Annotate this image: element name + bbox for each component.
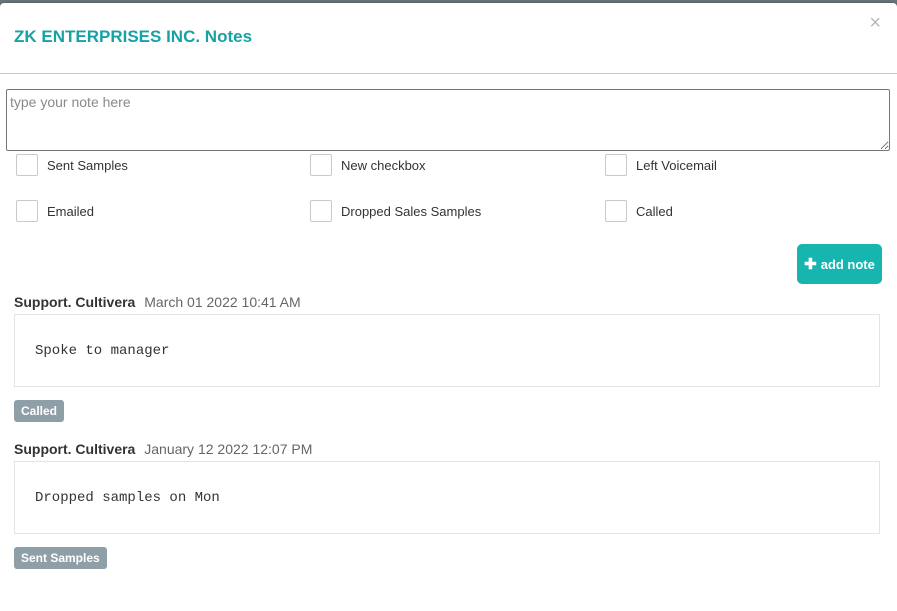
note-date: January 12 2022 12:07 PM [144,441,313,457]
add-note-button[interactable]: ✚ add note [797,244,882,284]
checkbox-dropped-sales-samples[interactable]: Dropped Sales Samples [310,200,481,222]
modal-title: ZK ENTERPRISES INC. Notes [14,27,253,46]
checkbox-label: Called [636,203,673,219]
checkbox-left-voicemail[interactable]: Left Voicemail [605,154,717,176]
note-tag-badge: Sent Samples [14,547,107,569]
checkbox-box[interactable] [310,154,332,176]
note-header: Support. Cultivera March 01 2022 10:41 A… [14,294,301,310]
note-input[interactable] [6,89,890,151]
modal-header: ZK ENTERPRISES INC. Notes × [0,3,897,74]
checkbox-emailed[interactable]: Emailed [16,200,94,222]
checkbox-box[interactable] [605,154,627,176]
checkbox-called[interactable]: Called [605,200,673,222]
note-author: Support. Cultivera [14,441,136,457]
checkbox-new-checkbox[interactable]: New checkbox [310,154,426,176]
notes-modal: ZK ENTERPRISES INC. Notes × Sent Samples… [0,3,897,611]
plus-icon: ✚ [804,256,817,273]
checkbox-box[interactable] [16,200,38,222]
note-author: Support. Cultivera [14,294,136,310]
note-text: Dropped samples on Mon [14,461,880,534]
checkbox-box[interactable] [16,154,38,176]
checkbox-sent-samples[interactable]: Sent Samples [16,154,128,176]
checkbox-label: Emailed [47,203,94,219]
note-text: Spoke to manager [14,314,880,387]
checkbox-label: New checkbox [341,157,426,173]
note-header: Support. Cultivera January 12 2022 12:07… [14,441,312,457]
note-date: March 01 2022 10:41 AM [144,294,301,310]
close-icon[interactable]: × [869,13,881,33]
checkbox-box[interactable] [310,200,332,222]
checkbox-box[interactable] [605,200,627,222]
checkbox-label: Dropped Sales Samples [341,203,482,219]
note-tag-badge: Called [14,400,65,422]
checkbox-label: Left Voicemail [636,157,717,173]
checkbox-label: Sent Samples [47,157,128,173]
add-note-label: add note [820,256,875,272]
